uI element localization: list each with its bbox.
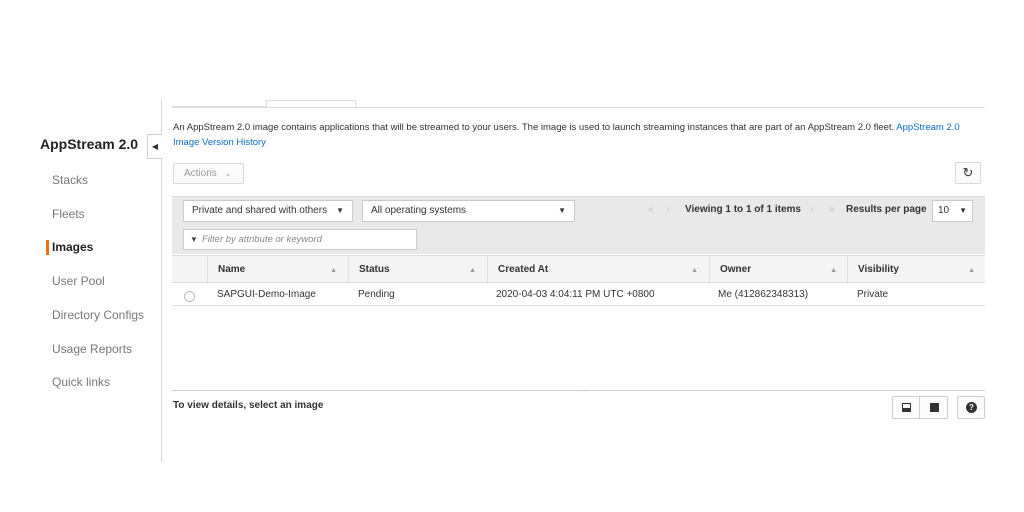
- split-layout-button[interactable]: [893, 397, 920, 418]
- column-header-visibility[interactable]: Visibility ▲: [847, 256, 985, 284]
- page-description: An AppStream 2.0 image contains applicat…: [173, 120, 988, 150]
- last-page-icon[interactable]: »: [829, 204, 835, 215]
- column-header-status[interactable]: Status ▲: [348, 256, 486, 284]
- drag-handle-icon[interactable]: ····: [578, 386, 589, 395]
- next-page-icon[interactable]: ›: [810, 204, 813, 215]
- sidebar-item-fleets[interactable]: Fleets: [52, 207, 85, 221]
- visibility-filter-select[interactable]: Private and shared with others ▼: [183, 200, 353, 222]
- sidebar-item-usage-reports[interactable]: Usage Reports: [52, 342, 132, 356]
- visibility-filter-value: Private and shared with others: [192, 205, 328, 216]
- full-layout-button[interactable]: [921, 397, 948, 418]
- row-select-radio[interactable]: [184, 291, 195, 302]
- details-empty-message: To view details, select an image: [173, 400, 324, 411]
- cell-visibility: Private: [857, 289, 889, 300]
- column-header-created-at[interactable]: Created At ▲: [487, 256, 708, 284]
- actions-button[interactable]: Actions ⌄: [173, 163, 244, 184]
- column-header-name[interactable]: Name ▲: [207, 256, 347, 284]
- column-label: Visibility: [858, 264, 899, 275]
- sidebar-item-stacks[interactable]: Stacks: [52, 173, 88, 187]
- sort-icon: ▲: [469, 267, 476, 274]
- cell-name: SAPGUI-Demo-Image: [217, 289, 316, 300]
- cell-created-at: 2020-04-03 4:04:11 PM UTC +0800: [496, 289, 655, 300]
- table-header: Name ▲ Status ▲ Created At ▲ Owner ▲ Vis…: [172, 255, 985, 284]
- active-item-indicator: [46, 240, 49, 255]
- column-label: Owner: [720, 264, 752, 275]
- tab-edge: [266, 100, 356, 107]
- search-placeholder: Filter by attribute or keyword: [202, 234, 322, 245]
- first-page-icon[interactable]: «: [648, 204, 654, 215]
- split-pane-icon: [902, 403, 911, 412]
- collapse-sidebar-button[interactable]: ◀: [147, 134, 162, 159]
- sort-icon: ▲: [691, 267, 698, 274]
- sidebar-title: AppStream 2.0: [40, 136, 139, 152]
- cell-status: Pending: [358, 289, 395, 300]
- refresh-icon: ↻: [962, 165, 974, 180]
- sort-icon: ▲: [968, 267, 975, 274]
- pagination-status: Viewing 1 to 1 of 1 items: [685, 204, 801, 215]
- sidebar-item-quick-links[interactable]: Quick links: [52, 375, 110, 389]
- full-pane-icon: [930, 403, 939, 412]
- results-per-page-value: 10: [938, 205, 950, 216]
- column-label: Name: [218, 264, 246, 275]
- os-filter-select[interactable]: All operating systems ▼: [362, 200, 575, 222]
- results-per-page-select[interactable]: 10 ▼: [932, 200, 973, 222]
- sort-icon: ▲: [330, 267, 337, 274]
- column-label: Created At: [498, 264, 549, 275]
- layout-toggle-group: [892, 396, 948, 419]
- search-input[interactable]: ▼ Filter by attribute or keyword: [183, 229, 417, 250]
- previous-page-icon[interactable]: ‹: [667, 204, 670, 215]
- caret-down-icon: ▼: [336, 206, 344, 215]
- description-text: An AppStream 2.0 image contains applicat…: [173, 122, 895, 133]
- os-filter-value: All operating systems: [371, 205, 467, 216]
- results-per-page-label: Results per page: [846, 204, 927, 215]
- divider: [172, 107, 985, 108]
- caret-left-icon: ◀: [151, 142, 159, 151]
- caret-down-icon: ▼: [959, 206, 967, 215]
- refresh-button[interactable]: ↻: [955, 162, 981, 184]
- actions-label: Actions: [184, 168, 217, 179]
- column-label: Status: [359, 264, 390, 275]
- chevron-down-icon: ⌄: [224, 169, 232, 178]
- sidebar-item-images[interactable]: Images: [52, 240, 93, 254]
- table-row[interactable]: SAPGUI-Demo-Image Pending 2020-04-03 4:0…: [172, 284, 985, 306]
- sidebar-item-directory-configs[interactable]: Directory Configs: [52, 308, 144, 322]
- help-icon: ?: [966, 402, 977, 413]
- help-button[interactable]: ?: [957, 396, 985, 419]
- filter-icon: ▼: [190, 235, 198, 244]
- sidebar-item-user-pool[interactable]: User Pool: [52, 274, 105, 288]
- column-header-owner[interactable]: Owner ▲: [709, 256, 847, 284]
- cell-owner: Me (412862348313): [718, 289, 809, 300]
- caret-down-icon: ▼: [558, 206, 566, 215]
- sort-icon: ▲: [830, 267, 837, 274]
